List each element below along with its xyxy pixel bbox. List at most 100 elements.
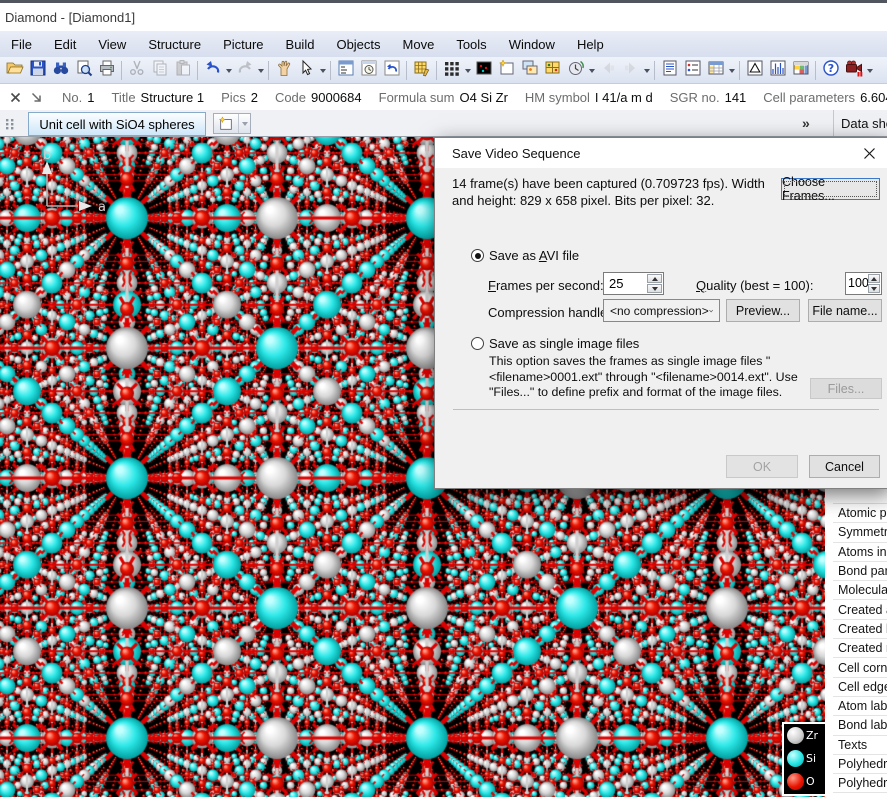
- menu-file[interactable]: File: [0, 31, 43, 57]
- picture-grid-button[interactable]: [541, 59, 564, 82]
- nav-back-icon: [599, 59, 617, 82]
- menu-window[interactable]: Window: [498, 31, 566, 57]
- save-as-images-radio[interactable]: [471, 337, 484, 350]
- hand-icon: [275, 59, 293, 82]
- datasheet-section-row[interactable]: Texts: [833, 736, 887, 755]
- picture-history-button[interactable]: [564, 59, 587, 82]
- toolbar-separator: [406, 61, 407, 80]
- color-table-button[interactable]: [789, 59, 812, 82]
- quality-spinner[interactable]: 100: [845, 272, 882, 295]
- fps-value[interactable]: 25: [604, 273, 647, 294]
- datasheet-section-row[interactable]: Cell edges: [833, 678, 887, 697]
- toolbar-separator: [121, 61, 122, 80]
- dropdown-arrow-icon[interactable]: [865, 59, 874, 82]
- menu-build[interactable]: Build: [275, 31, 326, 57]
- folder-open-button[interactable]: [3, 59, 26, 82]
- dropdown-arrow-icon: [256, 59, 265, 82]
- close-icon[interactable]: [6, 88, 25, 107]
- datasheet-section-row[interactable]: Polyhedro: [833, 774, 887, 793]
- datasheet-section-row[interactable]: Atoms in u: [833, 543, 887, 562]
- picture-black-icon: [475, 59, 493, 82]
- choose-frames-button[interactable]: Choose Frames...: [781, 178, 880, 200]
- undo-button[interactable]: [201, 59, 224, 82]
- menu-help[interactable]: Help: [566, 31, 615, 57]
- save-as-avi-label: Save as AVI file: [489, 248, 579, 263]
- datasheet-section-row[interactable]: Symmetry: [833, 523, 887, 542]
- print-button[interactable]: [95, 59, 118, 82]
- table-view-button[interactable]: [704, 59, 727, 82]
- datasheet-section-row[interactable]: Atomic par: [833, 504, 887, 523]
- binoculars-button[interactable]: [49, 59, 72, 82]
- grid-handle-icon[interactable]: [5, 117, 17, 135]
- save-button[interactable]: [26, 59, 49, 82]
- menu-structure[interactable]: Structure: [137, 31, 212, 57]
- field-sgr: SGR no.141: [670, 90, 747, 105]
- datasheet-section-row[interactable]: Created at: [833, 600, 887, 619]
- quality-value[interactable]: 100: [846, 273, 868, 294]
- menu-tools[interactable]: Tools: [445, 31, 497, 57]
- hand-button[interactable]: [272, 59, 295, 82]
- application-window: Diamond - [Diamond1] File Edit View Stru…: [0, 0, 887, 797]
- print-preview-button[interactable]: [72, 59, 95, 82]
- grid-icon: [443, 59, 461, 82]
- datasheet-section-row[interactable]: Bond para: [833, 562, 887, 581]
- datasheet-section-row[interactable]: Atom labe: [833, 697, 887, 716]
- close-icon[interactable]: [854, 141, 884, 165]
- menu-objects[interactable]: Objects: [325, 31, 391, 57]
- file-name-button[interactable]: File name...: [808, 299, 882, 322]
- paste-button: [171, 59, 194, 82]
- dropdown-arrow-icon[interactable]: [238, 114, 250, 133]
- spinner-down-icon[interactable]: [647, 284, 662, 293]
- datasheet-section-row[interactable]: Created b: [833, 620, 887, 639]
- select-button[interactable]: [295, 59, 318, 82]
- fps-spinner[interactable]: 25: [603, 272, 664, 295]
- tab-unit-cell[interactable]: Unit cell with SiO4 spheres: [28, 112, 206, 136]
- menu-move[interactable]: Move: [392, 31, 446, 57]
- history-pane-button[interactable]: [357, 59, 380, 82]
- picture-copy-button[interactable]: [518, 59, 541, 82]
- datasheet-button[interactable]: [658, 59, 681, 82]
- grid-button[interactable]: [440, 59, 463, 82]
- spinner-down-icon[interactable]: [868, 284, 880, 293]
- datasheet-section-row[interactable]: Molecular: [833, 581, 887, 600]
- nav-forward-icon: [622, 59, 640, 82]
- datasheet-section-list: Atomic parSymmetryAtoms in uBond paraMol…: [833, 503, 887, 797]
- cancel-button[interactable]: Cancel: [809, 455, 880, 478]
- menu-edit[interactable]: Edit: [43, 31, 87, 57]
- new-picture-button[interactable]: [213, 113, 251, 134]
- dropdown-arrow-icon[interactable]: [727, 59, 736, 82]
- datasheet-section-row[interactable]: Cell corne: [833, 658, 887, 677]
- overflow-chevron-icon[interactable]: »: [802, 115, 810, 131]
- compression-handler-select[interactable]: <no compression>: [603, 299, 720, 322]
- video-button[interactable]: [842, 59, 865, 82]
- spinner-up-icon[interactable]: [647, 274, 662, 283]
- dropdown-arrow-icon[interactable]: [224, 59, 233, 82]
- window-title: Diamond - [Diamond1]: [5, 10, 135, 25]
- dropdown-arrow-icon[interactable]: [463, 59, 472, 82]
- dropdown-arrow-icon[interactable]: [318, 59, 327, 82]
- properties-button[interactable]: [681, 59, 704, 82]
- datasheet-section-row[interactable]: Polyhedra: [833, 755, 887, 774]
- tree-pane-button[interactable]: [334, 59, 357, 82]
- undo-pane-button[interactable]: [380, 59, 403, 82]
- datasheet-icon: [661, 59, 679, 82]
- legend-row-zr: Zr: [784, 724, 830, 747]
- distance-plot-button[interactable]: [743, 59, 766, 82]
- save-as-avi-radio[interactable]: [471, 249, 484, 262]
- arrow-se-icon[interactable]: [27, 88, 46, 107]
- datasheet-section-row[interactable]: Bond labe: [833, 716, 887, 735]
- dialog-separator: [453, 409, 879, 410]
- datasheet-panel-header[interactable]: Data sheet: [833, 110, 887, 136]
- dropdown-arrow-icon[interactable]: [587, 59, 596, 82]
- spinner-up-icon[interactable]: [868, 274, 880, 283]
- preview-button[interactable]: Preview...: [726, 299, 800, 322]
- datasheet-section-row[interactable]: Created m: [833, 639, 887, 658]
- picture-black-button[interactable]: [472, 59, 495, 82]
- menu-view[interactable]: View: [87, 31, 137, 57]
- table-edit-button[interactable]: [410, 59, 433, 82]
- menu-picture[interactable]: Picture: [212, 31, 274, 57]
- picture-new-button[interactable]: [495, 59, 518, 82]
- datasheet-section-row[interactable]: Picture: [833, 793, 887, 797]
- powder-plot-button[interactable]: [766, 59, 789, 82]
- help-button[interactable]: ?: [819, 59, 842, 82]
